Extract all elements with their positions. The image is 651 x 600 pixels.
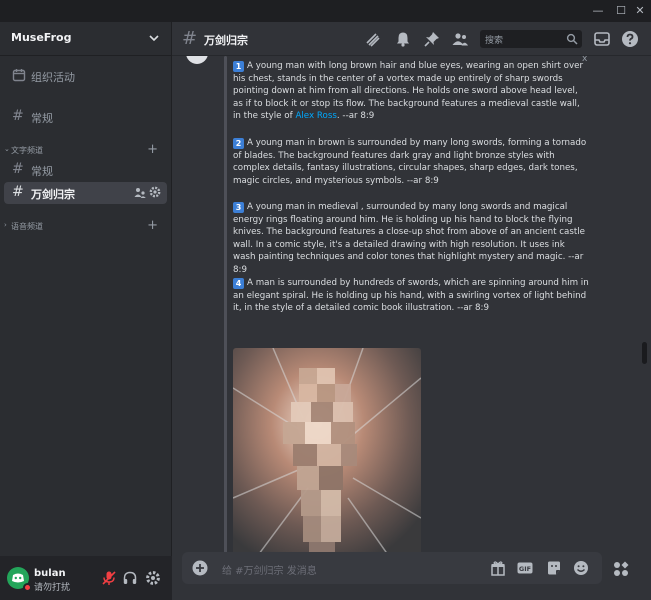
- hashtag-icon: #: [12, 108, 24, 124]
- channel-sidebar: MuseFrog 组织活动 # 常规 ⌄ 文字频道 + # 常规 # 万剑归宗 …: [0, 22, 172, 600]
- quote-bar: [224, 56, 227, 552]
- number-3-badge: 3: [233, 202, 244, 213]
- category-text-channels[interactable]: ⌄ 文字频道 +: [0, 142, 172, 157]
- user-status: 请勿打扰: [34, 583, 71, 593]
- image-attachment[interactable]: [233, 348, 421, 552]
- svg-text:GIF: GIF: [519, 565, 531, 573]
- prompt-item-3: 3A young man in medieval , surrounded by…: [233, 201, 589, 277]
- window-titlebar: — ☐ ✕: [0, 0, 651, 22]
- message-list[interactable]: x 1A young man with long brown hair and …: [172, 56, 651, 552]
- chevron-right-icon: ›: [4, 221, 7, 229]
- prompt-text: A young man in brown is surrounded by ma…: [233, 138, 587, 186]
- prompt-item-2: 2A young man in brown is surrounded by m…: [233, 137, 589, 187]
- server-name: MuseFrog: [11, 31, 72, 44]
- chat-main: # 万剑归宗 搜索 x 1A young man with long brown…: [172, 22, 651, 600]
- close-window-button[interactable]: ✕: [629, 0, 651, 22]
- prompt-text: A young man with long brown hair and blu…: [233, 61, 584, 122]
- calendar-icon: [12, 69, 26, 82]
- headphones-icon[interactable]: [122, 570, 138, 586]
- threads-icon[interactable]: [364, 30, 382, 48]
- category-label: 文字频道: [11, 146, 43, 155]
- chevron-down-icon: [149, 35, 159, 42]
- sidebar-item-label: 常规: [31, 112, 53, 125]
- number-1-badge: 1: [233, 61, 244, 72]
- avatar[interactable]: [186, 56, 208, 64]
- generated-artwork-image: [233, 348, 421, 552]
- channel-header: # 万剑归宗 搜索: [172, 22, 651, 56]
- message-input-placeholder: 给 #万剑归宗 发消息: [222, 566, 317, 577]
- member-list-icon[interactable]: [451, 30, 469, 48]
- minimize-button[interactable]: —: [587, 0, 609, 22]
- sidebar-item-general-top[interactable]: # 常规: [4, 106, 167, 128]
- add-channel-icon[interactable]: +: [147, 218, 158, 233]
- channel-title: 万剑归宗: [204, 34, 248, 47]
- app-launcher-icon[interactable]: [612, 560, 630, 578]
- emoji-icon[interactable]: [573, 560, 589, 576]
- number-4-badge: 4: [233, 278, 244, 289]
- prompt-text: A man is surrounded by hundreds of sword…: [233, 278, 589, 314]
- user-name: bulan: [34, 568, 66, 579]
- sticker-icon[interactable]: [546, 560, 562, 576]
- gift-icon[interactable]: [490, 560, 506, 576]
- hashtag-icon: #: [12, 161, 24, 177]
- category-voice-channels[interactable]: › 语音频道 +: [0, 218, 172, 233]
- message-composer[interactable]: 给 #万剑归宗 发消息 GIF: [182, 552, 602, 584]
- search-input[interactable]: 搜索: [480, 30, 582, 48]
- artist-link[interactable]: Alex Ross: [295, 111, 336, 121]
- hashtag-icon: #: [182, 28, 198, 49]
- sidebar-item-events[interactable]: 组织活动: [4, 65, 167, 87]
- user-settings-gear-icon[interactable]: [145, 570, 161, 586]
- search-placeholder: 搜索: [485, 36, 504, 46]
- dnd-status-icon: [23, 583, 32, 592]
- sidebar-item-wanjianguizong[interactable]: # 万剑归宗: [4, 182, 167, 204]
- category-label: 语音频道: [11, 222, 43, 231]
- mic-muted-icon[interactable]: [101, 570, 117, 586]
- number-2-badge: 2: [233, 138, 244, 149]
- create-invite-icon[interactable]: [134, 186, 146, 198]
- search-icon: [566, 33, 578, 45]
- prompt-item-4: 4A man is surrounded by hundreds of swor…: [233, 277, 589, 315]
- sidebar-item-general[interactable]: # 常规: [4, 159, 167, 181]
- gear-icon[interactable]: [149, 186, 161, 198]
- gif-icon[interactable]: GIF: [517, 560, 533, 576]
- prompt-item-1: 1A young man with long brown hair and bl…: [233, 60, 589, 123]
- scrollbar-thumb[interactable]: [642, 342, 647, 364]
- hashtag-icon: #: [12, 184, 24, 200]
- prompt-text-suffix: . --ar 8:9: [336, 111, 375, 122]
- server-header[interactable]: MuseFrog: [0, 22, 172, 56]
- pin-icon[interactable]: [423, 30, 441, 48]
- prompt-text: A young man in medieval , surrounded by …: [233, 202, 586, 275]
- help-icon[interactable]: [621, 30, 639, 48]
- bell-icon[interactable]: [394, 30, 412, 48]
- sidebar-item-label: 万剑归宗: [31, 188, 75, 201]
- user-panel: bulan 请勿打扰: [0, 556, 172, 600]
- inbox-icon[interactable]: [593, 30, 611, 48]
- add-channel-icon[interactable]: +: [147, 142, 158, 157]
- add-attachment-icon[interactable]: [192, 560, 208, 576]
- chevron-down-icon: ⌄: [4, 145, 10, 153]
- sidebar-item-label: 组织活动: [31, 71, 75, 84]
- sidebar-item-label: 常规: [31, 165, 53, 178]
